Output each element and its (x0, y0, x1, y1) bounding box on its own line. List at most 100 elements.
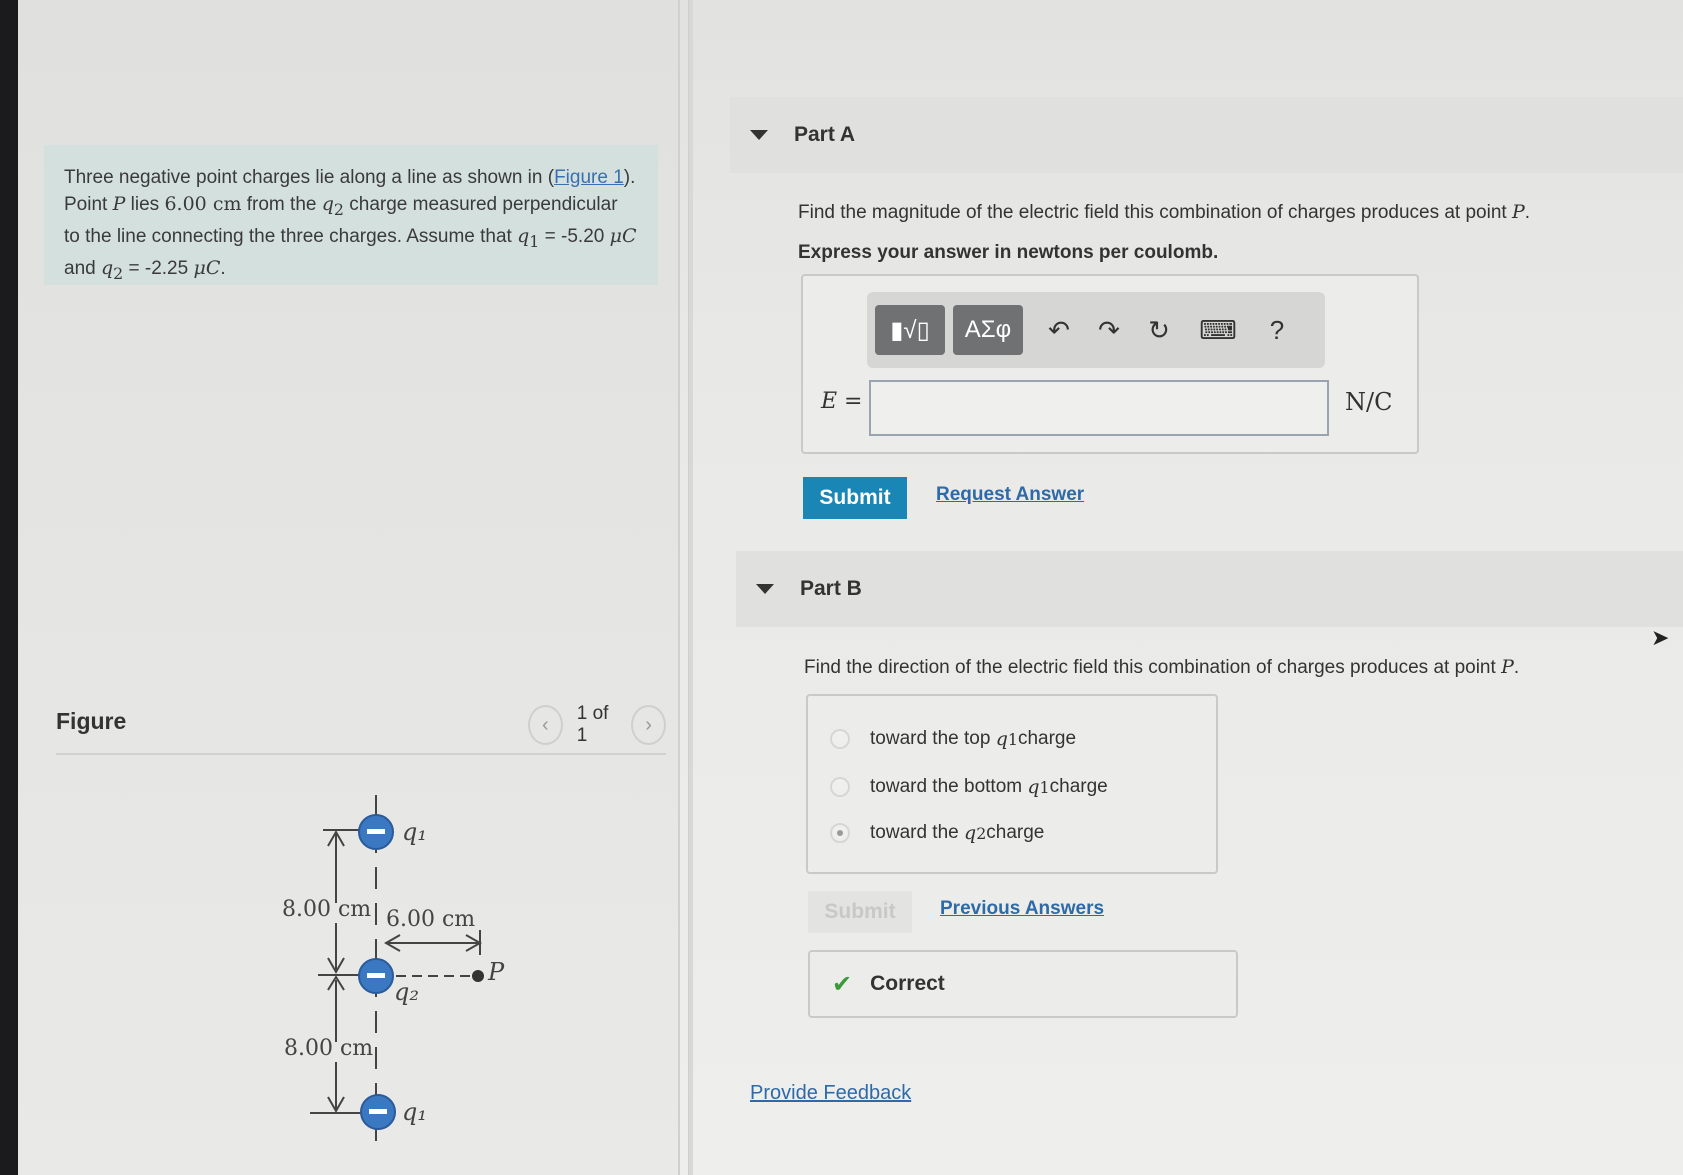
q2-value: = -2.25 (123, 257, 194, 279)
problem-text: . (220, 257, 226, 279)
option-top-q1[interactable]: toward the top q1 charge (830, 728, 1076, 750)
option-bottom-q1[interactable]: toward the bottom q1 charge (830, 776, 1108, 798)
checkmark-icon: ✔ (832, 970, 853, 998)
problem-text: lies (125, 194, 165, 215)
option-text: charge (1049, 776, 1108, 797)
var-q2: q (100, 256, 114, 279)
pane-divider[interactable] (688, 0, 693, 1175)
figure-title: Figure (56, 708, 127, 734)
var-q2: q (321, 193, 334, 215)
unit-muc: μC (609, 224, 637, 247)
request-answer-link[interactable]: Request Answer (936, 484, 1084, 506)
figure-link[interactable]: Figure 1 (554, 167, 624, 188)
help-icon: ? (1269, 314, 1285, 345)
var-q1: q (995, 728, 1008, 750)
part-a-header[interactable]: Part A (730, 97, 1683, 173)
option-text: toward the bottom (870, 776, 1023, 797)
var-q1-sub: 1 (529, 231, 540, 251)
var-p: P (112, 193, 126, 215)
chevron-right-icon: › (645, 713, 652, 736)
minus-sign (367, 973, 385, 978)
minus-sign (369, 1109, 387, 1114)
var-q1: q (1027, 776, 1040, 798)
part-a-instruction: Express your answer in newtons per coulo… (798, 242, 1219, 263)
reset-button[interactable]: ↻ (1137, 305, 1181, 355)
question-text: Find the direction of the electric field… (804, 657, 1502, 678)
caret-down-icon (756, 584, 774, 594)
result-feedback: ✔ Correct (808, 950, 1238, 1018)
label-dist-top: 8.00 cm (282, 897, 371, 922)
mouse-cursor-icon: ➤ (1651, 625, 1670, 650)
problem-text: and (64, 257, 101, 279)
label-q1-top: q₁ (402, 818, 427, 846)
result-text: Correct (870, 972, 945, 995)
templates-icon: ▮√▯ (890, 316, 930, 344)
var-q2-sub: 2 (333, 199, 344, 219)
label-dist-horizontal: 6.00 cm (386, 907, 475, 932)
var-q1-sub: 1 (1039, 777, 1050, 797)
undo-icon: ↶ (1048, 314, 1070, 345)
point-p (472, 970, 484, 982)
var-p: P (1511, 201, 1525, 223)
charge-q2 (358, 958, 394, 994)
redo-button[interactable]: ↷ (1087, 305, 1131, 355)
math-toolbar: ▮√▯ ΑΣφ ↶ ↷ ↻ ⌨ ? (867, 292, 1325, 368)
var-q2-sub: 2 (113, 263, 124, 283)
symbols-button[interactable]: ΑΣφ (953, 305, 1023, 355)
var-q2: q (964, 822, 977, 844)
figure-pager: ‹ 1 of 1 › (528, 703, 666, 746)
option-q2[interactable]: toward the q2 charge (830, 822, 1044, 844)
unit-muc: μC (193, 256, 221, 279)
prev-figure-button[interactable]: ‹ (528, 705, 563, 745)
equation-label: E = (821, 388, 863, 414)
keyboard-button[interactable]: ⌨ (1187, 305, 1249, 355)
charge-q1-bottom (360, 1094, 396, 1130)
problem-text: from the (241, 194, 322, 215)
part-b-title: Part B (800, 577, 862, 600)
charges-figure: q₁ q₂ q₁ 8.00 cm 8.00 cm 6.00 cm P (282, 795, 505, 1155)
undo-button[interactable]: ↶ (1037, 305, 1081, 355)
part-a-submit-button[interactable]: Submit (803, 477, 907, 519)
question-text: Find the magnitude of the electric field… (798, 202, 1512, 223)
option-text: charge (986, 822, 1045, 843)
redo-icon: ↷ (1098, 314, 1120, 345)
part-a-title: Part A (794, 123, 856, 146)
templates-button[interactable]: ▮√▯ (875, 305, 945, 355)
keyboard-icon: ⌨ (1199, 314, 1237, 345)
label-q2: q₂ (394, 978, 419, 1006)
next-figure-button[interactable]: › (631, 705, 666, 745)
var-q2-sub: 2 (976, 823, 987, 843)
provide-feedback-link[interactable]: Provide Feedback (750, 1082, 911, 1105)
radio-button[interactable] (830, 777, 850, 797)
option-text: toward the top (870, 728, 991, 749)
distance-value: 6.00 cm (164, 193, 242, 215)
help-button[interactable]: ? (1255, 305, 1299, 355)
label-q1-bottom: q₁ (402, 1098, 427, 1126)
figure-header: Figure ‹ 1 of 1 › (56, 703, 666, 755)
caret-down-icon (750, 130, 768, 140)
option-text: charge (1017, 728, 1077, 749)
label-point-p: P (487, 958, 505, 986)
problem-statement: Three negative point charges lie along a… (44, 145, 658, 285)
part-a-question: Find the magnitude of the electric field… (798, 201, 1530, 224)
previous-answers-link[interactable]: Previous Answers (940, 898, 1104, 920)
charge-q1-top (358, 814, 394, 850)
radio-button-selected[interactable] (830, 823, 850, 843)
chevron-left-icon: ‹ (542, 713, 549, 736)
reset-icon: ↻ (1148, 314, 1170, 345)
equation-label-text: E = (821, 389, 863, 414)
var-q1: q (517, 224, 530, 247)
q1-value: = -5.20 (539, 225, 610, 247)
symbols-icon: ΑΣφ (964, 316, 1012, 343)
part-b-header[interactable]: Part B (736, 551, 1683, 627)
var-p: P (1501, 656, 1514, 678)
part-b-submit-button[interactable]: Submit (808, 891, 912, 933)
answer-input[interactable] (869, 380, 1329, 436)
answer-box: ▮√▯ ΑΣφ ↶ ↷ ↻ ⌨ ? E = N/C (801, 274, 1419, 454)
left-pane: Three negative point charges lie along a… (18, 0, 680, 1175)
part-b-question: Find the direction of the electric field… (804, 656, 1519, 679)
var-q1-sub: 1 (1007, 729, 1018, 749)
option-text: toward the (870, 822, 959, 843)
problem-text: Three negative point charges lie along a… (64, 167, 555, 188)
radio-button[interactable] (830, 729, 850, 749)
